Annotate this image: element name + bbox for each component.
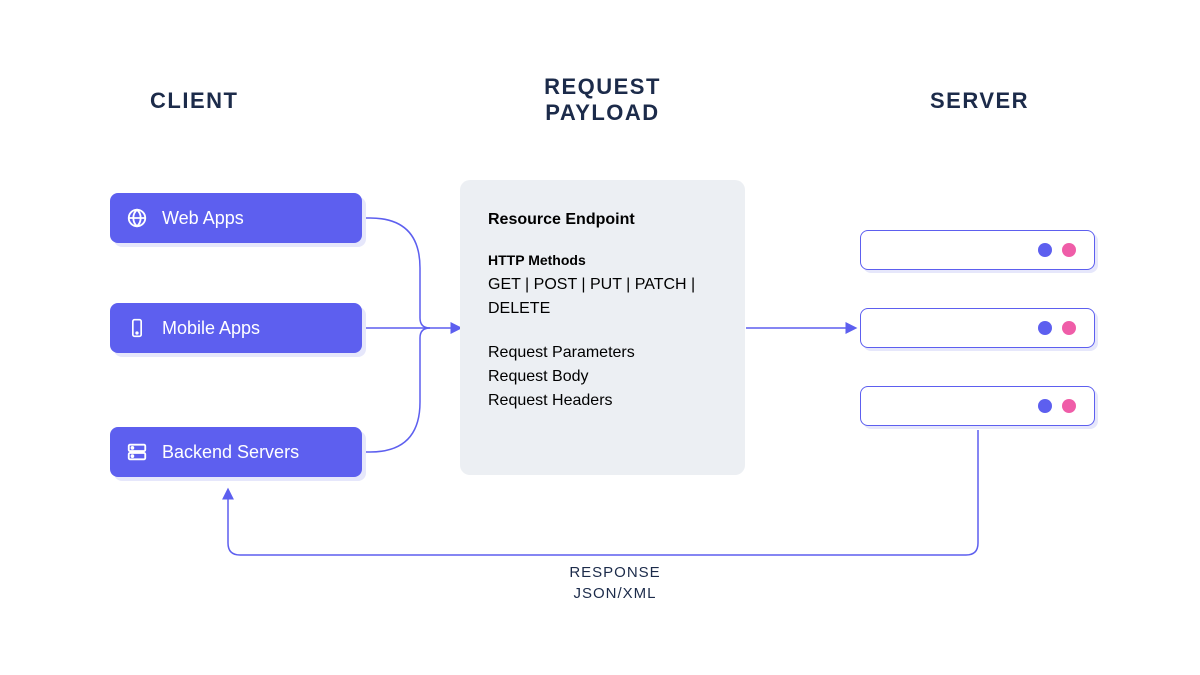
heading-payload-l1: REQUEST xyxy=(544,74,661,99)
mobile-icon xyxy=(126,317,148,339)
client-chip-mobile: Mobile Apps xyxy=(110,303,362,353)
payload-card: Resource Endpoint HTTP Methods GET | POS… xyxy=(460,180,745,475)
payload-methods: GET | POST | PUT | PATCH | DELETE xyxy=(488,273,717,321)
status-dot-pink-icon xyxy=(1062,243,1076,257)
status-dot-blue-icon xyxy=(1038,399,1052,413)
status-dot-blue-icon xyxy=(1038,321,1052,335)
heading-payload: REQUEST PAYLOAD xyxy=(460,74,745,126)
heading-client: CLIENT xyxy=(150,88,238,114)
response-line2: JSON/XML xyxy=(573,585,656,602)
server-icon xyxy=(126,441,148,463)
client-chip-web: Web Apps xyxy=(110,193,362,243)
payload-line-params: Request Parameters xyxy=(488,341,717,365)
diagram-stage: CLIENT REQUEST PAYLOAD SERVER Web Apps M… xyxy=(0,0,1200,675)
client-chip-backend: Backend Servers xyxy=(110,427,362,477)
server-node-2 xyxy=(860,308,1095,348)
payload-line-headers: Request Headers xyxy=(488,389,717,413)
response-label: RESPONSE JSON/XML xyxy=(555,562,675,604)
server-node-1 xyxy=(860,230,1095,270)
payload-methods-heading: HTTP Methods xyxy=(488,250,717,271)
payload-line-body: Request Body xyxy=(488,365,717,389)
server-node-3 xyxy=(860,386,1095,426)
client-chip-web-label: Web Apps xyxy=(162,208,244,229)
response-line1: RESPONSE xyxy=(569,564,660,581)
client-chip-mobile-label: Mobile Apps xyxy=(162,318,260,339)
payload-title: Resource Endpoint xyxy=(488,208,717,232)
heading-payload-l2: PAYLOAD xyxy=(545,100,659,125)
globe-icon xyxy=(126,207,148,229)
heading-server: SERVER xyxy=(930,88,1029,114)
status-dot-pink-icon xyxy=(1062,321,1076,335)
status-dot-blue-icon xyxy=(1038,243,1052,257)
status-dot-pink-icon xyxy=(1062,399,1076,413)
client-chip-backend-label: Backend Servers xyxy=(162,442,299,463)
